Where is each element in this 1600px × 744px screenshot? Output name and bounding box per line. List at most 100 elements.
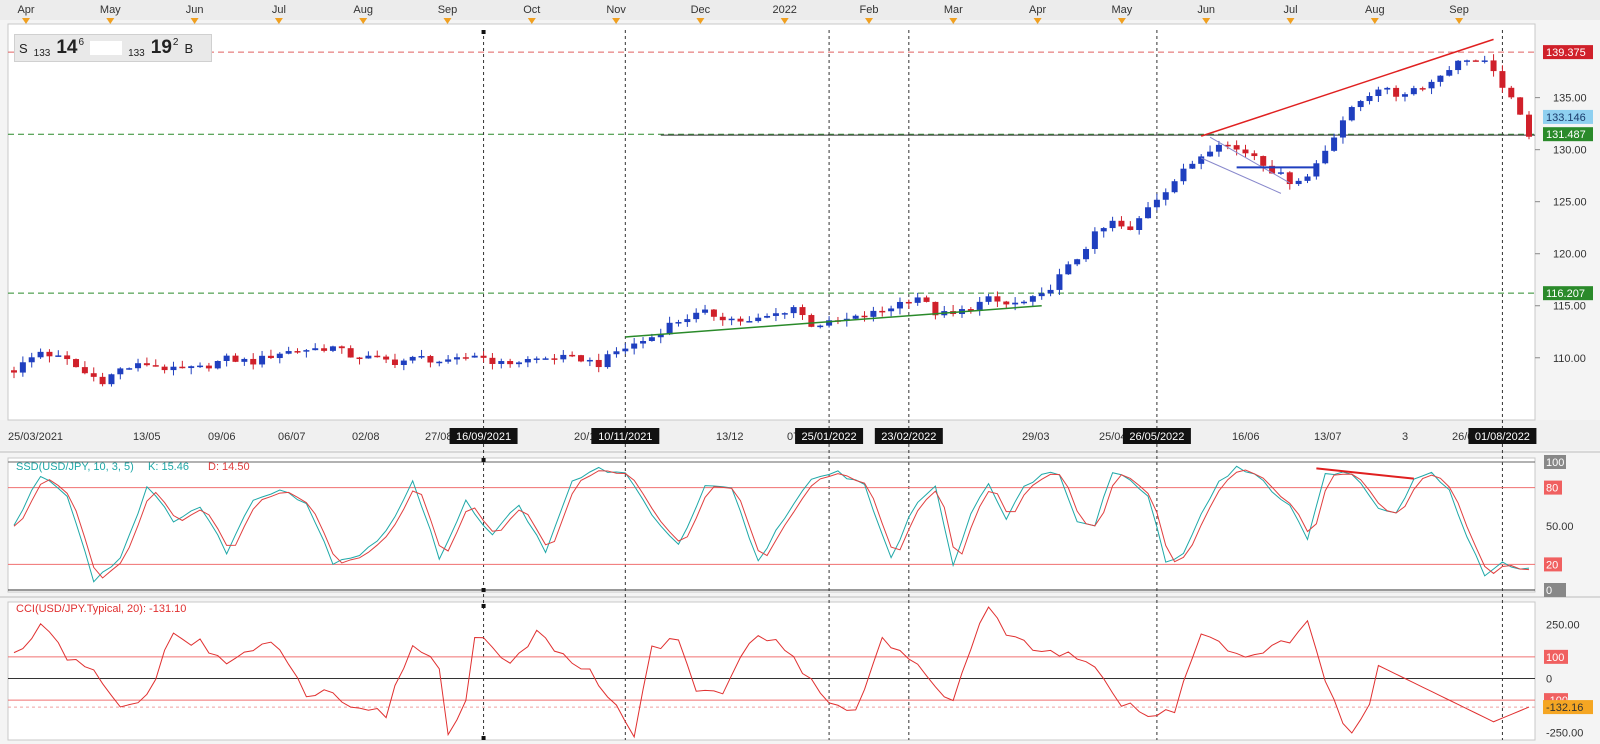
quote-box[interactable]: S 133 14 6 133 19 2 B xyxy=(14,34,212,62)
candle[interactable] xyxy=(1348,107,1355,121)
candle[interactable] xyxy=(728,318,735,321)
candle[interactable] xyxy=(1021,301,1027,304)
candle[interactable] xyxy=(1100,228,1107,232)
candle[interactable] xyxy=(1198,156,1205,164)
candle[interactable] xyxy=(1242,149,1249,154)
candle[interactable] xyxy=(516,362,522,365)
candle[interactable] xyxy=(1366,96,1373,102)
candle[interactable] xyxy=(569,354,576,357)
candle[interactable] xyxy=(976,301,983,310)
candle[interactable] xyxy=(409,356,416,361)
candle[interactable] xyxy=(81,367,88,374)
candle[interactable] xyxy=(445,359,452,362)
candle[interactable] xyxy=(684,319,691,323)
candle[interactable] xyxy=(1277,172,1284,174)
candle[interactable] xyxy=(1428,81,1435,89)
candle[interactable] xyxy=(259,355,266,365)
candle[interactable] xyxy=(11,370,17,373)
candle[interactable] xyxy=(135,363,142,369)
candle[interactable] xyxy=(710,309,717,317)
candle[interactable] xyxy=(675,322,682,324)
candle[interactable] xyxy=(578,355,585,362)
candle[interactable] xyxy=(1339,120,1346,138)
candle[interactable] xyxy=(436,361,443,364)
candle[interactable] xyxy=(666,322,673,335)
candle[interactable] xyxy=(914,297,921,303)
candle[interactable] xyxy=(498,361,505,364)
candle[interactable] xyxy=(1295,180,1302,185)
candle[interactable] xyxy=(99,376,106,385)
candle[interactable] xyxy=(1056,274,1063,290)
candle[interactable] xyxy=(1375,89,1382,97)
candle[interactable] xyxy=(622,348,629,352)
candle[interactable] xyxy=(303,350,310,352)
candle[interactable] xyxy=(1446,70,1453,76)
candle[interactable] xyxy=(790,307,797,314)
candle[interactable] xyxy=(1127,226,1134,230)
candle[interactable] xyxy=(1472,60,1479,62)
candle[interactable] xyxy=(1455,60,1462,71)
candle[interactable] xyxy=(1384,87,1391,90)
candle[interactable] xyxy=(55,355,62,357)
candle[interactable] xyxy=(37,351,44,358)
candle[interactable] xyxy=(764,315,771,318)
candle[interactable] xyxy=(1083,248,1090,260)
candle[interactable] xyxy=(480,355,487,358)
buy-price-big[interactable]: 19 xyxy=(151,37,172,59)
candle[interactable] xyxy=(241,358,248,362)
candle[interactable] xyxy=(365,355,372,359)
candle[interactable] xyxy=(1233,145,1240,150)
candle[interactable] xyxy=(533,358,540,360)
candle[interactable] xyxy=(1463,60,1470,62)
candle[interactable] xyxy=(640,340,647,344)
candle[interactable] xyxy=(604,354,611,368)
candle[interactable] xyxy=(1091,231,1098,249)
candle[interactable] xyxy=(267,355,274,359)
candle[interactable] xyxy=(1419,88,1426,90)
candle[interactable] xyxy=(755,317,762,322)
buy-label[interactable]: B xyxy=(184,41,193,56)
candle[interactable] xyxy=(126,368,133,370)
candle[interactable] xyxy=(294,351,301,353)
candle[interactable] xyxy=(205,365,212,369)
candle[interactable] xyxy=(648,337,655,341)
candle[interactable] xyxy=(1437,75,1444,82)
candle[interactable] xyxy=(1180,168,1187,182)
candle[interactable] xyxy=(737,318,744,322)
line-handle[interactable] xyxy=(481,604,486,608)
candle[interactable] xyxy=(1393,87,1400,97)
line-handle[interactable] xyxy=(481,588,486,592)
candle[interactable] xyxy=(489,357,496,364)
candle[interactable] xyxy=(19,362,26,373)
candle[interactable] xyxy=(462,357,469,359)
candle[interactable] xyxy=(746,321,753,323)
candle[interactable] xyxy=(507,361,514,365)
candle[interactable] xyxy=(772,313,779,316)
candle[interactable] xyxy=(1508,87,1515,98)
candle[interactable] xyxy=(631,343,638,349)
candle[interactable] xyxy=(321,348,328,351)
candle[interactable] xyxy=(1029,296,1036,302)
candle[interactable] xyxy=(905,301,912,304)
candle[interactable] xyxy=(250,358,257,365)
candle[interactable] xyxy=(356,357,363,360)
candle[interactable] xyxy=(1171,181,1178,193)
candle[interactable] xyxy=(232,355,239,362)
candle[interactable] xyxy=(781,313,788,315)
candle[interactable] xyxy=(1047,289,1054,294)
candle[interactable] xyxy=(418,356,425,358)
candle[interactable] xyxy=(312,348,319,351)
candle[interactable] xyxy=(693,312,700,320)
candle[interactable] xyxy=(1109,220,1116,229)
candle[interactable] xyxy=(1304,176,1311,181)
candle[interactable] xyxy=(214,360,221,369)
line-handle[interactable] xyxy=(481,30,486,34)
candle[interactable] xyxy=(524,359,531,363)
line-handle[interactable] xyxy=(481,736,486,740)
candle[interactable] xyxy=(817,325,824,328)
candle[interactable] xyxy=(1526,114,1532,137)
candle[interactable] xyxy=(73,359,80,368)
candle[interactable] xyxy=(1322,150,1329,164)
candle[interactable] xyxy=(852,315,859,319)
candle[interactable] xyxy=(223,355,230,361)
